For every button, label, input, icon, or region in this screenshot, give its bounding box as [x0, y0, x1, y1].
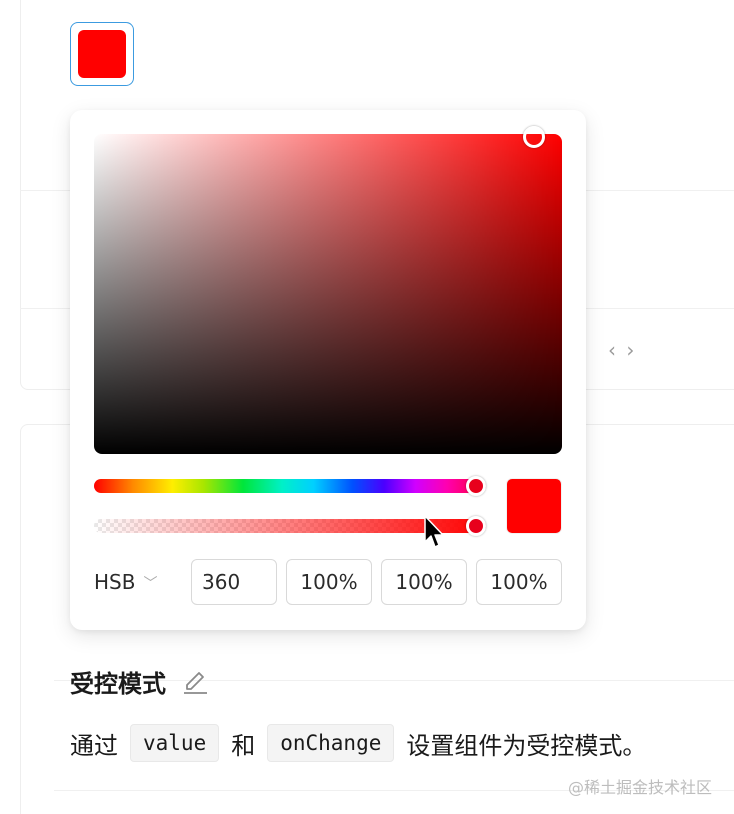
- hue-input[interactable]: 360: [191, 559, 277, 605]
- section-heading: 受控模式: [70, 664, 210, 699]
- format-select[interactable]: HSB ﹀: [94, 570, 182, 594]
- hue-slider-handle[interactable]: [466, 476, 486, 496]
- saturation-brightness-panel[interactable]: [94, 134, 562, 454]
- desc-text: 设置组件为受控模式。: [406, 731, 647, 760]
- alpha-slider-handle[interactable]: [466, 516, 486, 536]
- section-title: 受控模式: [70, 670, 166, 698]
- saturation-input[interactable]: 100%: [286, 559, 372, 605]
- code-toggle-icon[interactable]: ‹ ›: [608, 338, 636, 362]
- chevron-down-icon: ﹀: [143, 576, 158, 592]
- color-input-row: HSB ﹀ 360 100% 100% 100%: [94, 559, 562, 605]
- mouse-pointer-icon: [424, 515, 444, 548]
- color-picker-trigger[interactable]: [70, 22, 134, 86]
- alpha-input[interactable]: 100%: [476, 559, 562, 605]
- brightness-input[interactable]: 100%: [381, 559, 467, 605]
- hue-slider[interactable]: [94, 479, 486, 493]
- saturation-brightness-handle[interactable]: [523, 126, 545, 148]
- inline-code-value: value: [130, 724, 220, 762]
- format-select-value: HSB: [94, 570, 136, 594]
- watermark: @稀土掘金技术社区: [567, 778, 712, 797]
- section-description: 通过 value 和 onChange 设置组件为受控模式。: [70, 724, 646, 762]
- desc-text: 和: [231, 731, 256, 760]
- selected-color-swatch: [78, 30, 126, 78]
- inline-code-onchange: onChange: [267, 724, 395, 762]
- color-picker-popover: HSB ﹀ 360 100% 100% 100%: [70, 110, 586, 630]
- edit-icon[interactable]: [180, 667, 210, 697]
- desc-text: 通过: [70, 731, 118, 760]
- color-preview-swatch: [506, 478, 562, 534]
